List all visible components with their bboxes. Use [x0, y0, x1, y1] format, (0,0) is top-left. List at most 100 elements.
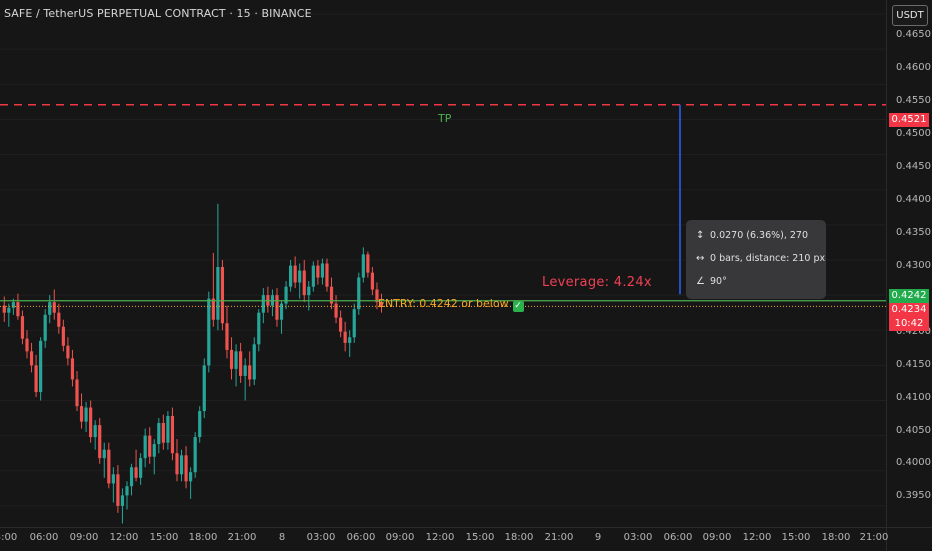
- candle-body: [357, 277, 361, 310]
- price-tick: 0.4550: [896, 95, 931, 106]
- measure-tooltip: ↕ 0.0270 (6.36%), 270 ↔ 0 bars, distance: …: [686, 220, 826, 299]
- time-label: 21:00: [859, 532, 889, 543]
- time-label: 9: [594, 532, 602, 543]
- time-label: 3:00: [0, 532, 18, 543]
- price-tick: 0.4600: [896, 62, 931, 73]
- candle-body: [89, 407, 93, 438]
- check-icon: ✓: [512, 301, 524, 312]
- time-label: 21:00: [544, 532, 574, 543]
- candle-body: [370, 272, 375, 290]
- candle-body: [316, 265, 320, 278]
- price-tick: 0.4650: [896, 29, 931, 40]
- candle-body: [179, 455, 184, 475]
- currency-button[interactable]: USDT: [892, 5, 928, 26]
- measure-bars-text: 0 bars, distance: 210 px: [710, 253, 826, 264]
- candle-body: [248, 365, 252, 380]
- measure-price-row: ↕ 0.0270 (6.36%), 270: [696, 230, 808, 241]
- candle-body: [157, 423, 161, 445]
- candle-body: [225, 323, 229, 350]
- time-label: 15:00: [149, 532, 179, 543]
- angle-icon: ∠: [696, 276, 705, 287]
- time-label: 06:00: [346, 532, 376, 543]
- leverage-label: Leverage: 4.24x: [542, 275, 652, 290]
- candle-body: [261, 295, 265, 313]
- candle-body: [139, 458, 143, 478]
- entry-label: ENTRY: 0.4242 or below ✓: [378, 297, 524, 312]
- candle-body: [339, 317, 343, 332]
- candle-body: [348, 337, 352, 343]
- time-label: 09:00: [385, 532, 415, 543]
- candle-body: [207, 298, 211, 366]
- candle-body: [311, 265, 315, 287]
- measure-price-text: 0.0270 (6.36%), 270: [710, 230, 809, 241]
- candle-body: [34, 365, 38, 393]
- candle-body: [16, 302, 20, 317]
- vertical-range-icon: ↕: [696, 230, 705, 241]
- time-label: 8: [278, 532, 286, 543]
- candle-body: [366, 254, 370, 273]
- time-label: 12:00: [425, 532, 455, 543]
- candle-body: [293, 265, 297, 283]
- candle-body: [39, 340, 43, 393]
- axis-corner: [886, 527, 932, 551]
- price-tick: 0.4450: [896, 161, 931, 172]
- candle-body: [184, 455, 188, 482]
- time-label: 06:00: [29, 532, 59, 543]
- candle-body: [243, 365, 247, 376]
- candle-body: [189, 472, 193, 482]
- candle-body: [211, 298, 215, 320]
- candle-body: [175, 453, 179, 475]
- candle-body: [75, 379, 79, 407]
- candle-body: [320, 263, 325, 278]
- time-label: 03:00: [623, 532, 653, 543]
- candle-body: [202, 365, 206, 412]
- last-price-tag: 0.4234: [889, 303, 929, 317]
- candle-body: [111, 474, 115, 484]
- candle-body: [275, 295, 279, 320]
- measure-angle-text: 90°: [710, 276, 727, 287]
- time-label: 18:00: [821, 532, 851, 543]
- measure-angle-row: ∠ 90°: [696, 276, 727, 287]
- price-tick: 0.4050: [896, 425, 931, 436]
- time-label: 21:00: [227, 532, 257, 543]
- candle-body: [193, 437, 197, 473]
- candle-body: [102, 449, 106, 459]
- entry-price-tag: 0.4242: [889, 289, 929, 303]
- time-label: 15:00: [781, 532, 811, 543]
- candle-body: [229, 349, 234, 369]
- candle-body: [84, 407, 88, 422]
- candle-body: [166, 415, 170, 443]
- measure-bars-row: ↔ 0 bars, distance: 210 px: [696, 253, 825, 264]
- candle-body: [252, 344, 256, 380]
- tp-label: TP: [438, 112, 452, 125]
- time-label: 12:00: [742, 532, 772, 543]
- candle-body: [25, 338, 29, 352]
- candle-body: [20, 316, 25, 339]
- candle-body: [143, 435, 147, 459]
- candle-body: [325, 263, 329, 287]
- candle-body: [61, 326, 65, 346]
- entry-text: ENTRY: 0.4242 or below: [378, 297, 509, 310]
- candle-body: [239, 351, 243, 376]
- candle-body: [70, 358, 75, 380]
- time-label: 09:00: [69, 532, 99, 543]
- price-tick: 0.4100: [896, 392, 931, 403]
- candle-body: [334, 303, 338, 318]
- tp-price-tag: 0.4521: [889, 113, 929, 127]
- candle-body: [152, 444, 156, 457]
- candle-body: [220, 267, 225, 324]
- candle-body: [52, 302, 56, 313]
- time-label: 18:00: [188, 532, 218, 543]
- candle-body: [307, 286, 311, 296]
- candle-body: [198, 411, 202, 438]
- candle-body: [298, 270, 302, 283]
- price-tick: 0.4350: [896, 227, 931, 238]
- candle-body: [148, 435, 152, 457]
- candle-body: [11, 302, 15, 308]
- chart-pane[interactable]: SAFE / TetherUS PERPETUAL CONTRACT · 15 …: [0, 0, 886, 527]
- time-label: 15:00: [465, 532, 495, 543]
- candle-body: [289, 265, 293, 287]
- time-label: 03:00: [306, 532, 336, 543]
- candle-body: [120, 495, 125, 506]
- candle-body: [116, 474, 120, 506]
